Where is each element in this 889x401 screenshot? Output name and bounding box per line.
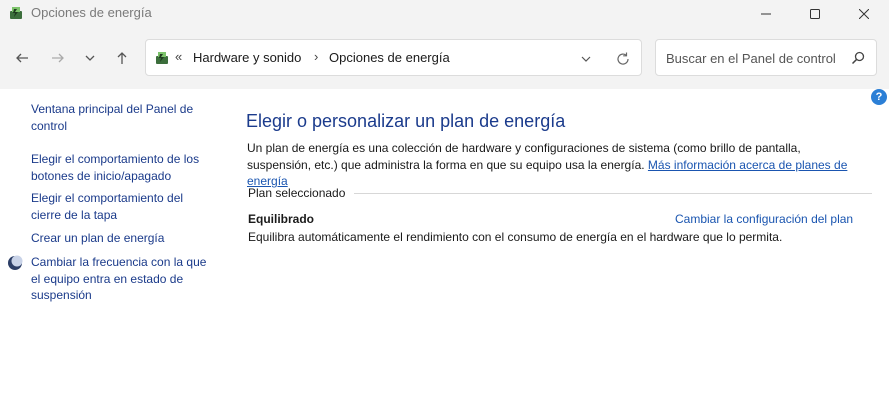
forward-button[interactable] [46, 46, 70, 70]
section-divider [354, 193, 872, 194]
maximize-icon [810, 8, 820, 19]
chevron-down-icon [85, 55, 95, 61]
back-button[interactable] [10, 46, 34, 70]
chevron-down-icon[interactable] [578, 51, 594, 67]
sidebar-item-control-panel-home[interactable]: Ventana principal del Panel de control [31, 101, 211, 134]
breadcrumb-overflow[interactable]: « [175, 49, 182, 64]
breadcrumb-hardware-sonido[interactable]: Hardware y sonido [193, 50, 301, 65]
search-placeholder[interactable]: Buscar en el Panel de control [666, 51, 836, 66]
power-options-icon [10, 7, 22, 19]
sidebar-item-lid-close[interactable]: Elegir el comportamiento del cierre de l… [31, 190, 211, 223]
plan-description: Equilibra automáticamente el rendimiento… [248, 230, 783, 244]
sidebar-item-create-plan[interactable]: Crear un plan de energía [31, 230, 211, 247]
change-plan-settings-link[interactable]: Cambiar la configuración del plan [675, 212, 853, 226]
title-bar: Opciones de energía [0, 0, 889, 27]
arrow-right-icon [52, 53, 64, 63]
address-bar[interactable]: « Hardware y sonido › Opciones de energí… [145, 39, 642, 76]
arrow-left-icon [16, 53, 28, 63]
minimize-button[interactable] [743, 0, 789, 27]
power-options-icon [156, 52, 168, 64]
close-icon [859, 8, 869, 19]
maximize-button[interactable] [792, 0, 838, 27]
page-description: Un plan de energía es una colección de h… [247, 140, 867, 190]
arrow-up-icon [117, 52, 127, 64]
breadcrumb-separator[interactable]: › [314, 49, 318, 64]
minimize-icon [761, 13, 771, 14]
recent-locations-button[interactable] [78, 46, 102, 70]
search-box[interactable]: Buscar en el Panel de control [655, 39, 877, 76]
window-title: Opciones de energía [31, 5, 152, 20]
section-label: Plan seleccionado [248, 186, 346, 200]
sidebar-item-sleep-frequency[interactable]: Cambiar la frecuencia con la que el equi… [31, 254, 211, 304]
breadcrumb-opciones-energia[interactable]: Opciones de energía [329, 50, 450, 65]
control-panel-window: Opciones de energía « Hardware y sonido … [0, 0, 889, 401]
up-button[interactable] [110, 46, 134, 70]
navigation-bar: « Hardware y sonido › Opciones de energí… [0, 27, 889, 89]
close-button[interactable] [841, 0, 887, 27]
refresh-icon[interactable] [614, 50, 632, 68]
moon-icon [8, 255, 23, 270]
search-icon[interactable] [850, 50, 866, 66]
sidebar-item-power-buttons[interactable]: Elegir el comportamiento de los botones … [31, 151, 211, 184]
plan-name: Equilibrado [248, 212, 314, 226]
help-icon[interactable]: ? [871, 89, 887, 105]
page-title: Elegir o personalizar un plan de energía [246, 111, 566, 131]
